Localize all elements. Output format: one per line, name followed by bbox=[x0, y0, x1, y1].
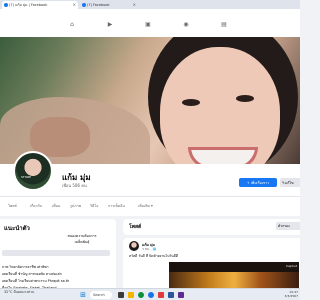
tab-videos[interactable]: วิดีโอ bbox=[90, 203, 98, 209]
globe-icon: 🌐 bbox=[152, 247, 157, 251]
intro-row-work: ภาพ วิทยาลัยการอาชีพ เท่าพิพา bbox=[2, 265, 49, 269]
file-explorer-icon[interactable] bbox=[128, 292, 134, 298]
post-card: แก้ม มุ่ม 3 ชม. · 🌐 สวัสดี วันดี ที่ ปิด… bbox=[123, 238, 300, 290]
cover-photo[interactable] bbox=[0, 37, 300, 164]
app-icon[interactable] bbox=[168, 292, 174, 298]
chrome-icon[interactable] bbox=[148, 292, 154, 298]
close-tab-icon[interactable]: × bbox=[133, 1, 136, 9]
gaming-icon[interactable]: ▤ bbox=[220, 21, 228, 28]
capcut-watermark: CapCut bbox=[285, 264, 297, 268]
taskbar-search[interactable]: Search bbox=[90, 291, 112, 299]
profile-avatar[interactable]: STORE bbox=[13, 151, 53, 191]
tab-checkins[interactable]: การเช็คอิน bbox=[108, 203, 125, 209]
post-media[interactable]: CapCut bbox=[169, 262, 299, 290]
tab-friends[interactable]: เพื่อน bbox=[52, 203, 60, 209]
close-tab-icon[interactable]: × bbox=[73, 1, 76, 9]
marketplace-icon[interactable]: ▣ bbox=[144, 21, 152, 28]
avatar-badge: STORE bbox=[21, 175, 32, 179]
browser-tab-strip: (7) แก้ม มุ่ม | Facebook × (7) Facebook … bbox=[0, 0, 300, 9]
plus-icon: + bbox=[246, 180, 250, 185]
facebook-top-nav: ⌂ ▶ ▣ ◉ ▤ bbox=[0, 9, 300, 37]
video-icon[interactable]: ▶ bbox=[106, 21, 114, 28]
browser-tab-profile[interactable]: (7) แก้ม มุ่ม | Facebook × bbox=[2, 1, 78, 9]
windows-start-icon[interactable]: ⊞ bbox=[80, 292, 86, 299]
tab-title: (7) Facebook bbox=[87, 3, 110, 7]
screen: (7) แก้ม มุ่ม | Facebook × (7) Facebook … bbox=[0, 0, 300, 300]
posts-title: โพสต์ bbox=[129, 224, 142, 230]
system-clock[interactable]: 15:47 3/3/2567 bbox=[285, 290, 298, 298]
bio-line: เมล็ดพันธุ์ bbox=[74, 240, 90, 244]
facebook-favicon-icon bbox=[4, 3, 8, 7]
tab-photos[interactable]: รูปภาพ bbox=[70, 203, 81, 209]
home-icon[interactable]: ⌂ bbox=[68, 21, 76, 28]
tab-about[interactable]: เกี่ยวกับ bbox=[30, 203, 42, 209]
weather-widget[interactable]: 32°C มีแดดบางส่วน bbox=[4, 290, 34, 295]
add-story-button[interactable]: + เพิ่มเรื่องราว bbox=[239, 178, 277, 187]
posts-header: โพสต์ ตัวกรอง bbox=[123, 219, 300, 235]
edit-profile-button[interactable]: ✎ แก้ไข bbox=[280, 178, 300, 187]
tab-title: (7) แก้ม มุ่ม | Facebook bbox=[9, 3, 48, 7]
tab-more[interactable]: เพิ่มเติม bbox=[138, 203, 153, 209]
post-timestamp[interactable]: 3 ชม. · 🌐 bbox=[142, 247, 156, 252]
friends-count[interactable]: เพื่อน 586 คน bbox=[62, 182, 87, 189]
intro-title: แนะนำตัว bbox=[4, 225, 30, 232]
groups-icon[interactable]: ◉ bbox=[182, 21, 190, 28]
filter-button[interactable]: ตัวกรอง bbox=[276, 222, 300, 230]
task-view-icon[interactable] bbox=[118, 292, 124, 298]
intro-row-education: เคยเรียนที่ ชำนัญ สารทองพัด ทางส่งแต่ก bbox=[2, 272, 62, 276]
store-icon[interactable] bbox=[158, 292, 164, 298]
edit-bio-button[interactable] bbox=[2, 250, 110, 256]
browser-tab-facebook[interactable]: (7) Facebook × bbox=[80, 1, 138, 9]
post-author-avatar[interactable] bbox=[129, 241, 139, 251]
intro-row-school: เคยเรียนที่ โรงเรียนท่าพระราม Phrapit sa… bbox=[2, 279, 70, 283]
windows-taskbar: 32°C มีแดดบางส่วน ⊞ Search 15:47 3/3/256… bbox=[0, 288, 300, 300]
profile-tabs: โพสต์ เกี่ยวกับ เพื่อน รูปภาพ วิดีโอ การ… bbox=[0, 196, 300, 216]
edge-icon[interactable] bbox=[138, 292, 144, 298]
facebook-favicon-icon bbox=[82, 3, 86, 7]
tab-posts[interactable]: โพสต์ bbox=[8, 203, 17, 209]
post-text: สวัสดี วันดี ที่ ปิดท้ายงานไปวันดีดี bbox=[129, 254, 178, 258]
app-icon[interactable] bbox=[178, 292, 184, 298]
